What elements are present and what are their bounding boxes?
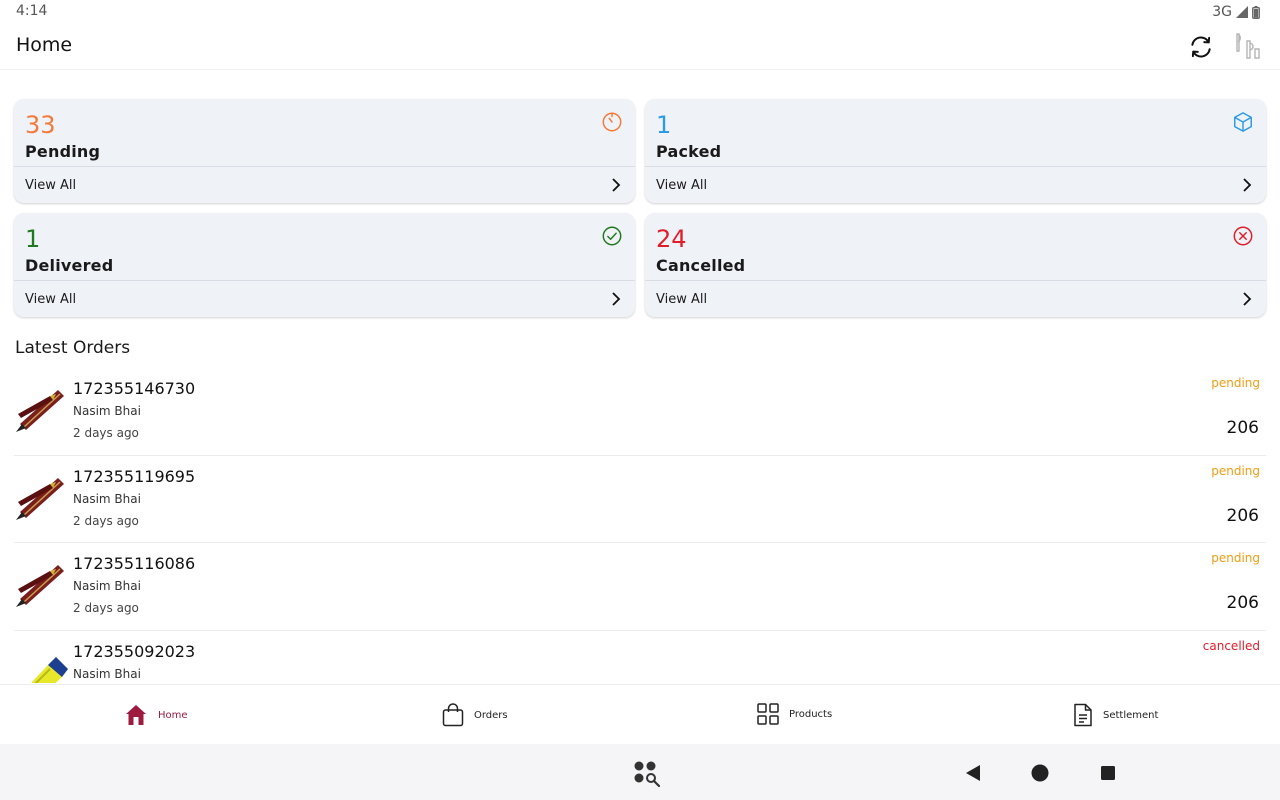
app-bar: Home bbox=[0, 24, 1280, 70]
refresh-button[interactable] bbox=[1186, 32, 1216, 62]
battery-icon bbox=[1252, 5, 1260, 19]
chevron-right-icon bbox=[612, 178, 621, 192]
order-id: 172355092023 bbox=[73, 641, 196, 661]
recents-button[interactable] bbox=[1095, 760, 1121, 786]
order-time: 2 days ago bbox=[73, 513, 139, 528]
system-nav-bar bbox=[0, 744, 1280, 800]
cancelled-count: 24 bbox=[656, 225, 687, 253]
profile-avatar-button[interactable] bbox=[1230, 30, 1264, 64]
cancelled-card: 24 Cancelled View All bbox=[645, 213, 1266, 317]
refresh-icon bbox=[1191, 36, 1211, 58]
status-bar: 4:14 3G bbox=[0, 0, 1280, 24]
pending-view-all-button[interactable]: View All bbox=[14, 167, 635, 203]
x-circle-icon bbox=[1233, 226, 1253, 246]
nav-home[interactable]: Home bbox=[124, 703, 188, 727]
nav-orders-label: Orders bbox=[474, 709, 508, 721]
bottom-nav: Home Orders Products Settlement bbox=[0, 684, 1280, 744]
chevron-right-icon bbox=[1243, 292, 1252, 306]
back-triangle-icon bbox=[966, 765, 980, 781]
order-amount: 206 bbox=[1226, 418, 1259, 438]
packed-count: 1 bbox=[656, 111, 672, 139]
order-id: 172355116086 bbox=[73, 554, 196, 573]
nav-orders[interactable]: Orders bbox=[442, 703, 508, 727]
packed-label: Packed bbox=[656, 142, 722, 161]
cancelled-view-all-button[interactable]: View All bbox=[645, 281, 1266, 317]
delivered-view-all-button[interactable]: View All bbox=[14, 281, 635, 317]
nav-settlement[interactable]: Settlement bbox=[1073, 703, 1158, 727]
order-amount: 206 bbox=[1226, 593, 1259, 613]
packed-card: 1 Packed View All bbox=[645, 99, 1266, 203]
order-row[interactable]: 172355116086 Nasim Bhai 2 days ago pendi… bbox=[14, 543, 1266, 631]
recents-square-icon bbox=[1101, 766, 1115, 780]
signal-icon bbox=[1236, 6, 1248, 18]
orders-list[interactable]: 172355146730 Nasim Bhai 2 days ago pendi… bbox=[14, 368, 1266, 683]
back-button[interactable] bbox=[960, 760, 986, 786]
pending-count: 33 bbox=[25, 111, 56, 139]
status-indicators: 3G bbox=[1212, 4, 1260, 20]
order-customer: Nasim Bhai bbox=[73, 666, 141, 681]
chevron-right-icon bbox=[612, 292, 621, 306]
view-all-label: View All bbox=[656, 177, 708, 193]
shopping-bag-icon bbox=[442, 703, 464, 727]
latest-orders-title: Latest Orders bbox=[15, 338, 131, 358]
order-id: 172355119695 bbox=[73, 466, 196, 486]
page-title: Home bbox=[16, 34, 73, 56]
order-row[interactable]: 172355119695 Nasim Bhai 2 days ago pendi… bbox=[14, 456, 1266, 543]
status-badge: pending bbox=[1211, 376, 1260, 390]
avatar bbox=[1236, 33, 1260, 59]
home-circle-icon bbox=[1031, 764, 1049, 782]
product-thumbnail bbox=[30, 656, 68, 683]
order-id: 172355146730 bbox=[73, 379, 196, 398]
chevron-right-icon bbox=[1243, 178, 1252, 192]
timer-icon bbox=[602, 112, 622, 132]
delivered-card: 1 Delivered View All bbox=[14, 213, 635, 317]
order-amount: 206 bbox=[1226, 505, 1259, 526]
cancelled-label: Cancelled bbox=[656, 256, 746, 275]
package-icon bbox=[1234, 112, 1252, 132]
order-row[interactable]: 172355146730 Nasim Bhai 2 days ago pendi… bbox=[14, 368, 1266, 456]
nav-products-label: Products bbox=[789, 708, 833, 720]
order-customer: Nasim Bhai bbox=[73, 404, 141, 418]
home-system-button[interactable] bbox=[1027, 760, 1053, 786]
view-all-label: View All bbox=[656, 291, 708, 307]
app-search-icon bbox=[634, 761, 661, 788]
pending-label: Pending bbox=[25, 142, 101, 161]
nav-products[interactable]: Products bbox=[757, 703, 832, 725]
packed-view-all-button[interactable]: View All bbox=[645, 167, 1266, 203]
order-row[interactable]: 172355092023 Nasim Bhai cancelled bbox=[14, 631, 1266, 683]
order-customer: Nasim Bhai bbox=[73, 579, 141, 593]
delivered-label: Delivered bbox=[25, 256, 114, 275]
view-all-label: View All bbox=[25, 291, 77, 307]
order-customer: Nasim Bhai bbox=[73, 491, 141, 506]
nav-home-label: Home bbox=[158, 709, 188, 721]
product-thumbnail bbox=[16, 390, 64, 432]
product-thumbnail bbox=[16, 477, 64, 520]
app-drawer-button[interactable] bbox=[633, 760, 661, 788]
view-all-label: View All bbox=[25, 177, 77, 193]
home-icon bbox=[126, 705, 146, 725]
status-badge: pending bbox=[1211, 551, 1260, 565]
check-circle-icon bbox=[602, 226, 622, 246]
delivered-count: 1 bbox=[25, 225, 41, 253]
order-time: 2 days ago bbox=[73, 601, 139, 615]
order-time: 2 days ago bbox=[73, 426, 139, 440]
product-thumbnail bbox=[16, 565, 64, 607]
status-time: 4:14 bbox=[16, 3, 48, 19]
pending-card: 33 Pending View All bbox=[14, 99, 635, 203]
document-icon bbox=[1074, 703, 1092, 727]
network-type: 3G bbox=[1212, 4, 1232, 20]
status-badge: pending bbox=[1211, 463, 1260, 478]
nav-settlement-label: Settlement bbox=[1103, 709, 1159, 721]
grid-icon bbox=[757, 703, 779, 725]
status-badge: cancelled bbox=[1202, 638, 1260, 653]
